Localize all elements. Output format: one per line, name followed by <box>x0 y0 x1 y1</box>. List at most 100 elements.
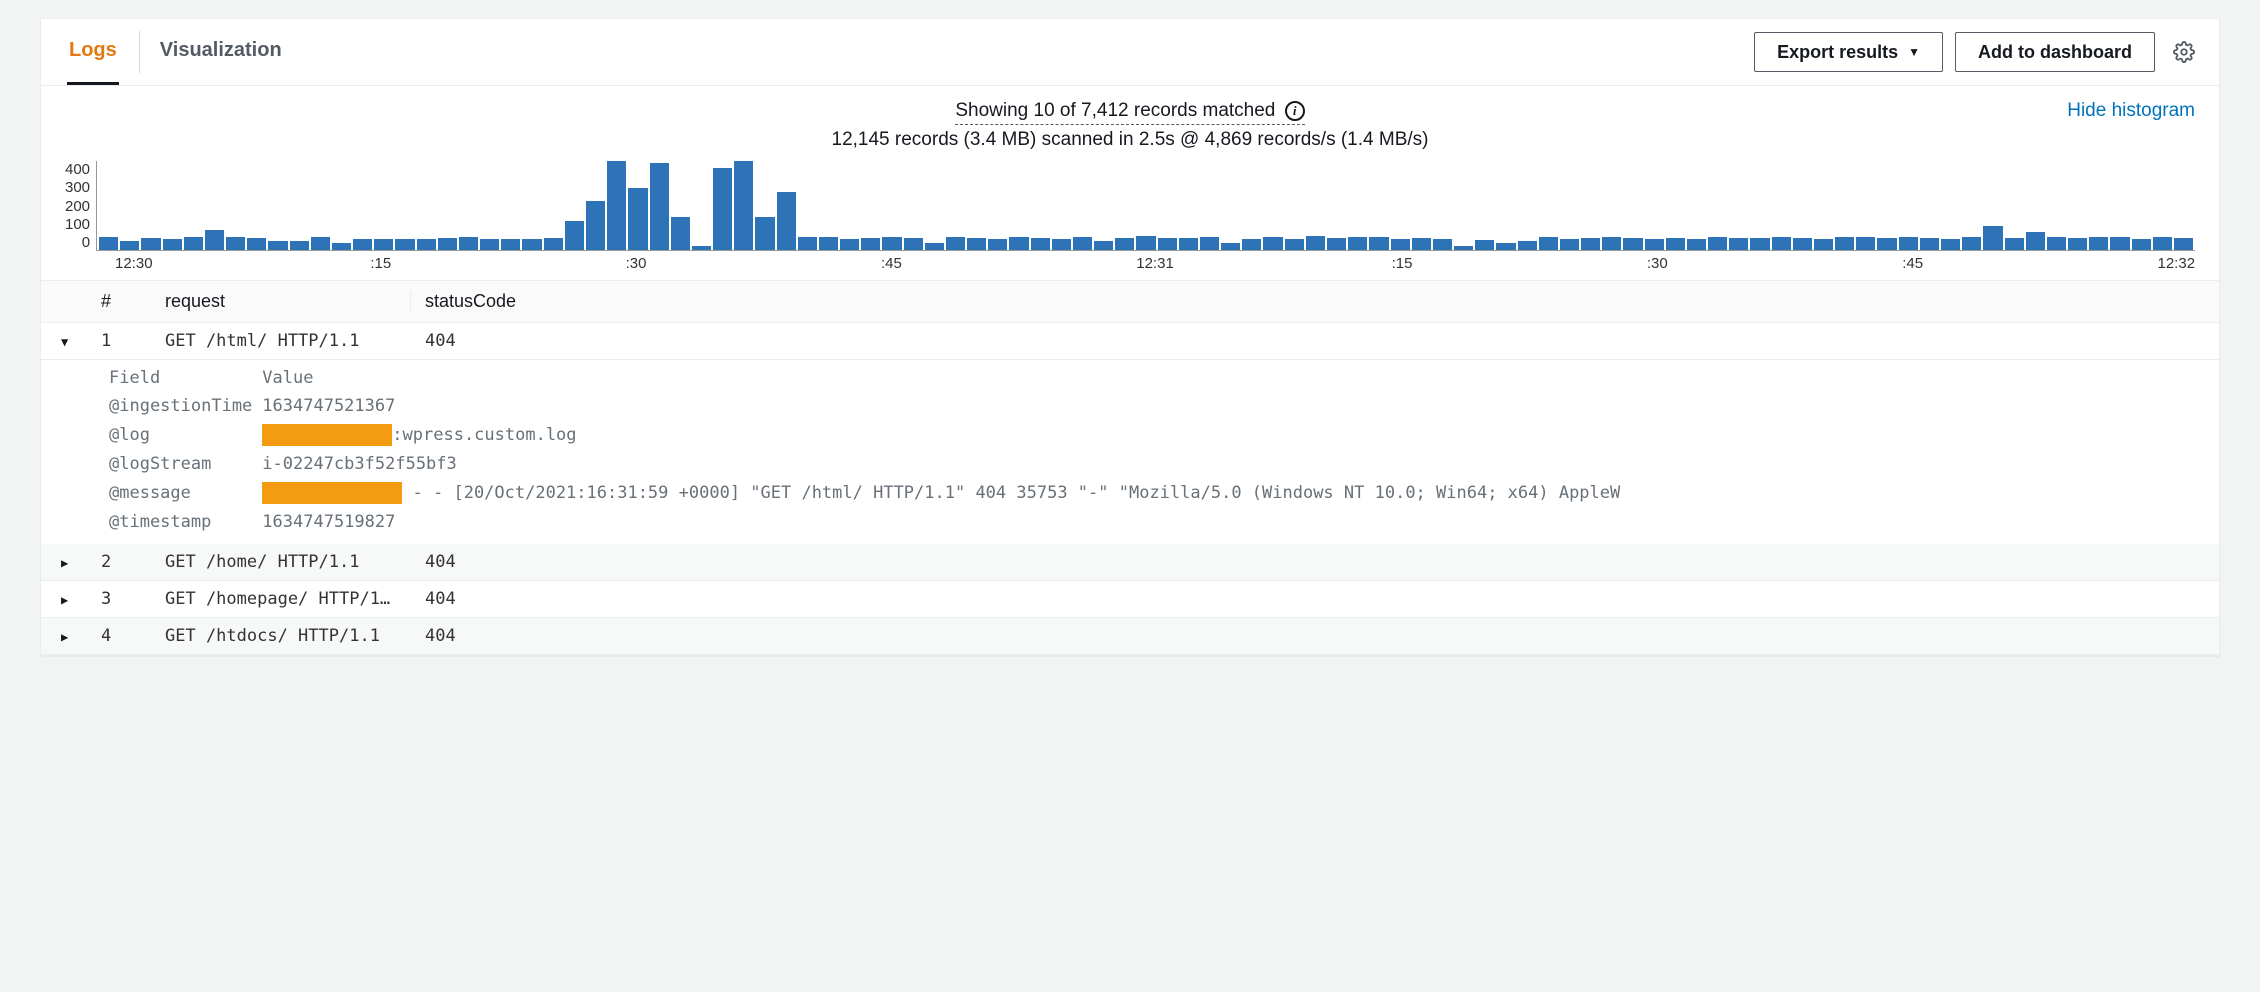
tab-visualization[interactable]: Visualization <box>158 19 284 85</box>
col-number[interactable]: # <box>101 291 161 312</box>
gear-icon[interactable] <box>2173 41 2195 63</box>
histogram-bar[interactable] <box>2005 238 2024 250</box>
expand-toggle[interactable] <box>61 626 101 646</box>
histogram-bar[interactable] <box>861 238 880 250</box>
histogram-bar[interactable] <box>1327 238 1346 250</box>
histogram-bar[interactable] <box>1899 237 1918 250</box>
histogram-bar[interactable] <box>1623 238 1642 250</box>
histogram-bar[interactable] <box>120 241 139 250</box>
histogram-bar[interactable] <box>1983 226 2002 250</box>
add-to-dashboard-button[interactable]: Add to dashboard <box>1955 32 2155 72</box>
tab-logs[interactable]: Logs <box>67 19 119 85</box>
histogram-bar[interactable] <box>798 237 817 250</box>
export-results-button[interactable]: Export results ▼ <box>1754 32 1943 72</box>
expand-toggle[interactable] <box>61 331 101 351</box>
table-row[interactable]: 4 GET /htdocs/ HTTP/1.1 404 <box>41 618 2219 655</box>
table-row[interactable]: 2 GET /home/ HTTP/1.1 404 <box>41 544 2219 581</box>
expand-toggle[interactable] <box>61 552 101 572</box>
histogram-bar[interactable] <box>1750 238 1769 250</box>
histogram-bar[interactable] <box>777 192 796 250</box>
histogram-bar[interactable] <box>311 237 330 250</box>
histogram-bar[interactable] <box>2026 232 2045 250</box>
histogram-bar[interactable] <box>226 237 245 250</box>
histogram-bar[interactable] <box>99 237 118 250</box>
histogram-bar[interactable] <box>1179 238 1198 250</box>
histogram-bar[interactable] <box>438 238 457 250</box>
histogram-bar[interactable] <box>2089 237 2108 250</box>
histogram-bar[interactable] <box>353 239 372 250</box>
histogram-bar[interactable] <box>607 161 626 250</box>
histogram-bar[interactable] <box>417 239 436 250</box>
histogram-bar[interactable] <box>586 201 605 250</box>
histogram-bar[interactable] <box>544 238 563 250</box>
histogram-bar[interactable] <box>205 230 224 250</box>
histogram-bar[interactable] <box>480 239 499 250</box>
histogram-bar[interactable] <box>1158 238 1177 250</box>
histogram-bar[interactable] <box>734 161 753 250</box>
histogram-bar[interactable] <box>2174 238 2193 250</box>
table-row[interactable]: 1 GET /html/ HTTP/1.1 404 <box>41 323 2219 360</box>
histogram-bar[interactable] <box>1539 237 1558 250</box>
histogram-bar[interactable] <box>2132 239 2151 250</box>
histogram-bar[interactable] <box>501 239 520 250</box>
histogram-bar[interactable] <box>522 239 541 250</box>
table-row[interactable]: 3 GET /homepage/ HTTP/1… 404 <box>41 581 2219 618</box>
histogram-bar[interactable] <box>1920 238 1939 250</box>
histogram-bar[interactable] <box>628 188 647 250</box>
histogram-bar[interactable] <box>692 246 711 250</box>
histogram-bar[interactable] <box>1094 241 1113 250</box>
histogram-bar[interactable] <box>332 243 351 250</box>
histogram-bar[interactable] <box>1518 241 1537 250</box>
histogram-bar[interactable] <box>1729 238 1748 250</box>
histogram-bar[interactable] <box>1369 237 1388 250</box>
histogram-bar[interactable] <box>1941 239 1960 250</box>
histogram-bar[interactable] <box>1602 237 1621 250</box>
histogram-plot[interactable] <box>96 161 2195 251</box>
histogram-bar[interactable] <box>1052 239 1071 250</box>
histogram-bar[interactable] <box>1200 237 1219 250</box>
histogram-bar[interactable] <box>1433 239 1452 250</box>
histogram-bar[interactable] <box>141 238 160 250</box>
histogram-bar[interactable] <box>819 237 838 250</box>
histogram-bar[interactable] <box>1391 239 1410 250</box>
histogram-bar[interactable] <box>713 168 732 250</box>
expand-toggle[interactable] <box>61 589 101 609</box>
histogram-bar[interactable] <box>882 237 901 250</box>
histogram-bar[interactable] <box>1666 238 1685 250</box>
col-request[interactable]: request <box>161 291 411 312</box>
histogram-bar[interactable] <box>184 237 203 250</box>
histogram-bar[interactable] <box>1962 237 1981 250</box>
histogram-bar[interactable] <box>1814 239 1833 250</box>
histogram-bar[interactable] <box>1687 239 1706 250</box>
histogram-bar[interactable] <box>395 239 414 250</box>
histogram-bar[interactable] <box>1496 243 1515 250</box>
histogram-bar[interactable] <box>650 163 669 250</box>
histogram-bar[interactable] <box>1031 238 1050 250</box>
histogram-bar[interactable] <box>2068 238 2087 250</box>
histogram-bar[interactable] <box>1856 237 1875 250</box>
histogram-bar[interactable] <box>925 243 944 250</box>
histogram-bar[interactable] <box>2153 237 2172 250</box>
histogram-bar[interactable] <box>1242 239 1261 250</box>
histogram-bar[interactable] <box>967 238 986 250</box>
histogram-bar[interactable] <box>247 238 266 250</box>
histogram-bar[interactable] <box>1877 238 1896 250</box>
info-icon[interactable]: i <box>1285 101 1305 121</box>
histogram-bar[interactable] <box>290 241 309 250</box>
hide-histogram-link[interactable]: Hide histogram <box>2067 100 2195 122</box>
histogram-bar[interactable] <box>2110 237 2129 250</box>
histogram-bar[interactable] <box>1708 237 1727 250</box>
histogram-bar[interactable] <box>1306 236 1325 250</box>
col-status[interactable]: statusCode <box>411 291 516 312</box>
histogram-bar[interactable] <box>840 239 859 250</box>
histogram-bar[interactable] <box>1348 237 1367 250</box>
histogram-bar[interactable] <box>904 238 923 250</box>
histogram-bar[interactable] <box>374 239 393 250</box>
histogram-bar[interactable] <box>268 241 287 250</box>
histogram-bar[interactable] <box>1285 239 1304 250</box>
histogram-bar[interactable] <box>988 239 1007 250</box>
histogram-bar[interactable] <box>163 239 182 250</box>
histogram-bar[interactable] <box>1581 238 1600 250</box>
histogram-bar[interactable] <box>1263 237 1282 250</box>
histogram-bar[interactable] <box>459 237 478 250</box>
